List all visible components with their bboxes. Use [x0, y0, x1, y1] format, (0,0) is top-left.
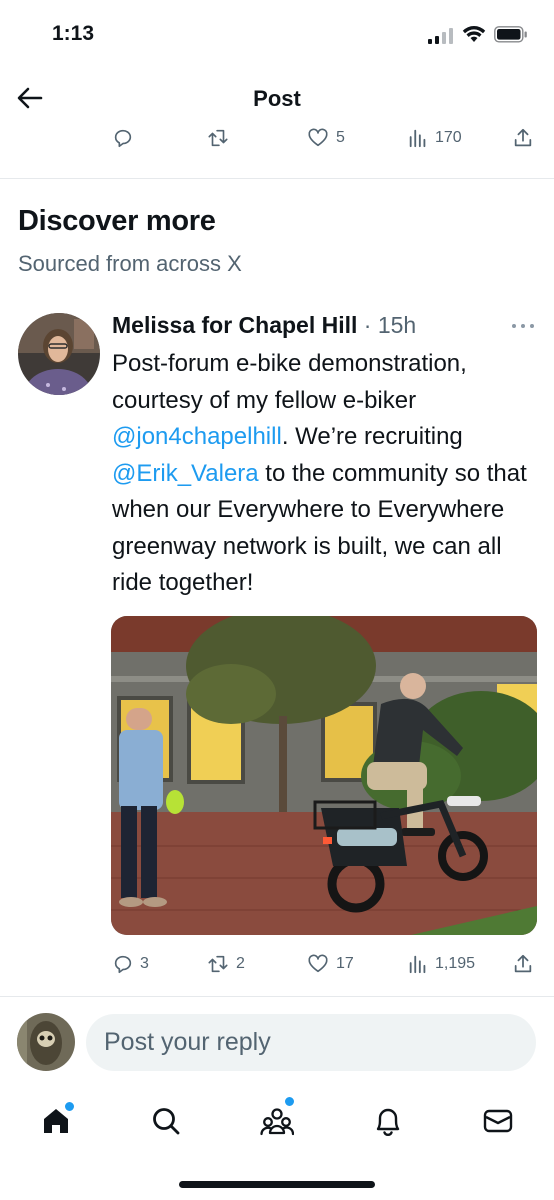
status-time: 1:13	[52, 22, 95, 45]
mention-link[interactable]: @jon4chapelhill	[112, 423, 282, 450]
post-text: Post-forum e-bike demonstration, courtes…	[112, 346, 542, 602]
share-button[interactable]	[512, 118, 534, 158]
section-divider	[0, 178, 554, 179]
reply-composer: Post your reply	[0, 1003, 554, 1083]
repost-count: 2	[236, 955, 245, 972]
share-icon	[514, 128, 532, 147]
like-count: 5	[336, 129, 345, 146]
tab-search[interactable]	[138, 1093, 194, 1149]
repost-icon	[208, 129, 228, 147]
home-badge-dot	[64, 1101, 75, 1112]
section-divider	[0, 996, 554, 997]
reply-input[interactable]: Post your reply	[86, 1014, 536, 1071]
post-text-part: Post-forum e-bike demonstration, courtes…	[112, 350, 467, 414]
tab-bar	[0, 1085, 554, 1155]
home-indicator	[179, 1181, 375, 1188]
previous-post-actions: 5 170	[0, 118, 554, 158]
communities-icon	[260, 1108, 294, 1136]
views-count: 170	[435, 129, 462, 146]
like-button[interactable]: 17	[306, 944, 354, 984]
tab-messages[interactable]	[470, 1093, 526, 1149]
post-actions: 3 2 17 1,195	[0, 944, 554, 984]
wifi-icon	[462, 26, 486, 42]
search-icon	[153, 1108, 180, 1135]
tab-notifications[interactable]	[360, 1093, 416, 1149]
views-button[interactable]: 1,195	[407, 944, 475, 984]
discover-subtitle: Sourced from across X	[18, 251, 242, 276]
tab-home[interactable]	[28, 1093, 84, 1149]
repost-button[interactable]	[206, 118, 236, 158]
page-title: Post	[253, 86, 301, 111]
author-name[interactable]: Melissa for Chapel Hill	[112, 312, 357, 338]
views-chart-icon	[409, 955, 426, 974]
heart-icon	[308, 954, 328, 973]
discover-title: Discover more	[18, 205, 216, 237]
status-bar: 1:13	[0, 0, 554, 70]
battery-icon	[494, 26, 527, 43]
communities-badge-dot	[284, 1096, 295, 1107]
repost-icon	[208, 955, 228, 973]
share-button[interactable]	[512, 944, 534, 984]
reply-button[interactable]	[112, 118, 140, 158]
reply-button[interactable]: 3	[112, 944, 149, 984]
share-icon	[514, 954, 532, 973]
author-avatar[interactable]	[18, 313, 100, 395]
post-timestamp: · 15h	[357, 312, 417, 338]
user-avatar[interactable]	[17, 1013, 75, 1071]
more-options-icon[interactable]	[510, 318, 536, 334]
post-photo[interactable]	[111, 616, 537, 935]
post-text-part: . We’re recruiting	[281, 423, 463, 450]
like-button[interactable]: 5	[306, 118, 345, 158]
views-chart-icon	[409, 129, 426, 148]
reply-icon	[114, 955, 132, 974]
heart-icon	[308, 128, 328, 147]
tab-communities[interactable]	[249, 1093, 305, 1149]
views-count: 1,195	[435, 955, 476, 972]
views-button[interactable]: 170	[407, 118, 462, 158]
bell-icon	[376, 1108, 400, 1136]
mail-icon	[483, 1109, 513, 1133]
repost-button[interactable]: 2	[206, 944, 245, 984]
reply-icon	[114, 129, 132, 148]
post-header: Melissa for Chapel Hill · 15h	[112, 312, 416, 339]
mention-link[interactable]: @Erik_Valera	[112, 460, 259, 487]
like-count: 17	[336, 955, 354, 972]
reply-count: 3	[140, 955, 149, 972]
cellular-signal-icon	[428, 28, 453, 44]
